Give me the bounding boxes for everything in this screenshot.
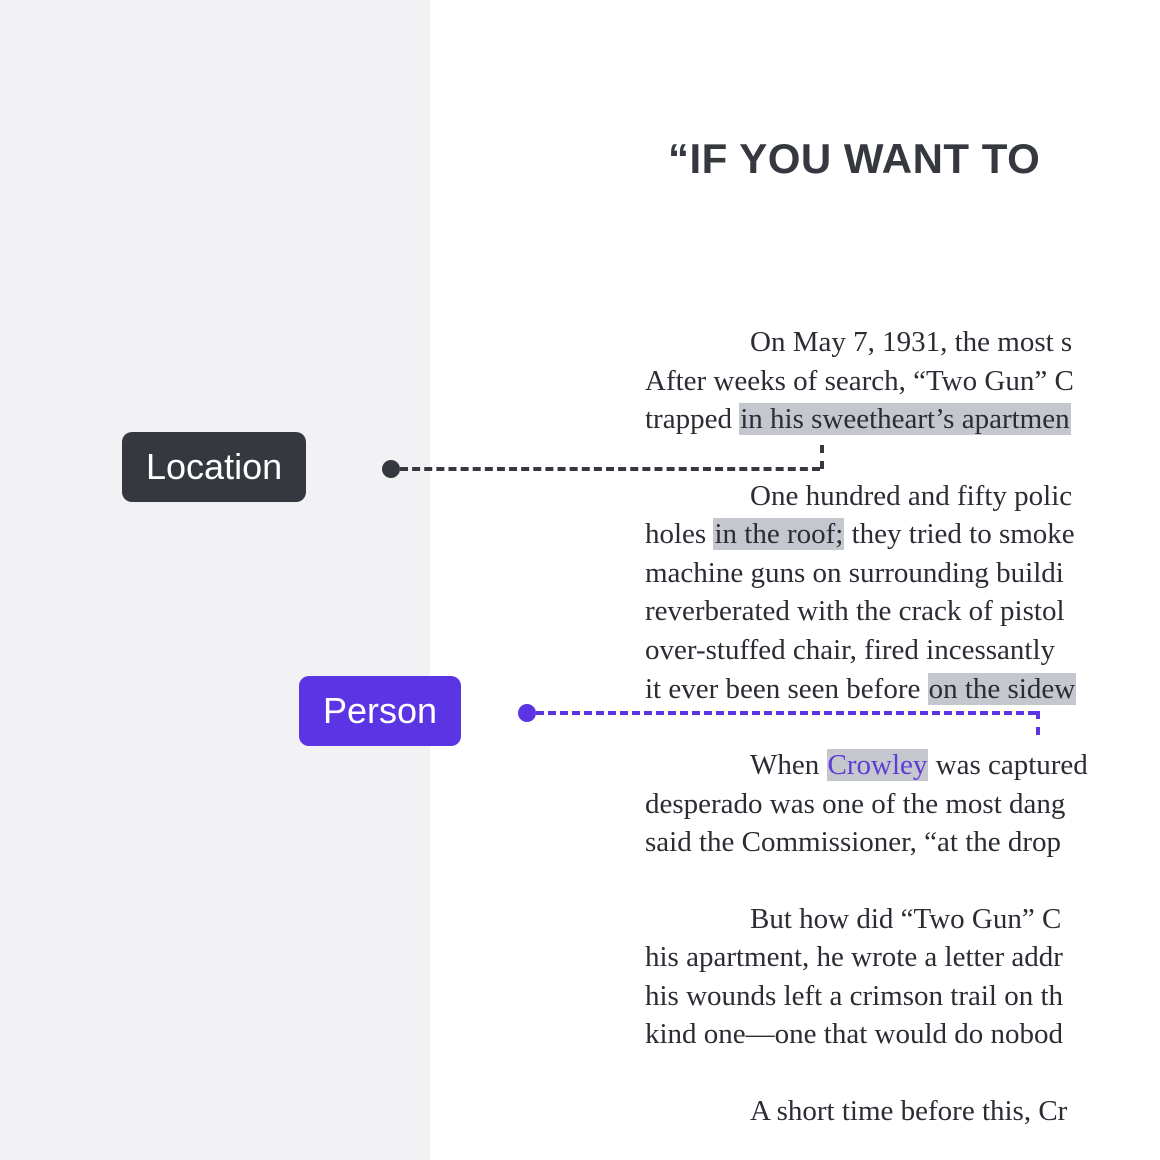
text-run: was captured xyxy=(928,749,1087,781)
paragraph-5: A short time before this, Cr xyxy=(430,1092,1160,1131)
text-run: holes xyxy=(645,518,713,550)
paragraph-4: But how did “Two Gun” C his apartment, h… xyxy=(430,900,1160,1054)
connector-line-location xyxy=(400,467,820,471)
connector-line-person xyxy=(536,711,1036,715)
text-run: desperado was one of the most dang xyxy=(645,785,1065,824)
highlight-location[interactable]: in the roof; xyxy=(713,518,844,550)
tag-person[interactable]: Person xyxy=(299,676,461,746)
text-run: One hundred and fifty polic xyxy=(750,480,1072,512)
connector-dot-location xyxy=(382,460,400,478)
highlight-location[interactable]: in his sweetheart’s apartmen xyxy=(739,403,1070,435)
document-body: On May 7, 1931, the most s After weeks o… xyxy=(430,323,1160,1131)
text-run: reverberated with the crack of pistol xyxy=(645,592,1065,631)
text-run: trapped xyxy=(645,403,739,435)
tag-location[interactable]: Location xyxy=(122,432,306,502)
text-run: kind one—one that would do nobod xyxy=(645,1015,1063,1054)
paragraph-3: When Crowley was captured desperado was … xyxy=(430,746,1160,862)
text-run: his apartment, he wrote a letter addr xyxy=(645,938,1063,977)
text-run: When xyxy=(750,749,827,781)
paragraph-1: On May 7, 1931, the most s After weeks o… xyxy=(430,323,1160,439)
page-title: “IF YOU WANT TO xyxy=(430,135,1160,183)
text-run: On May 7, 1931, the most s xyxy=(750,326,1072,358)
text-run: it ever been seen before xyxy=(645,673,928,705)
text-run: his wounds left a crimson trail on th xyxy=(645,977,1063,1016)
text-run: After weeks of search, “Two Gun” C xyxy=(645,362,1074,401)
text-run: A short time before this, Cr xyxy=(750,1095,1067,1127)
text-run: said the Commissioner, “at the drop xyxy=(645,823,1061,862)
highlight-location[interactable]: on the sidew xyxy=(928,673,1077,705)
text-run: machine guns on surrounding buildi xyxy=(645,554,1064,593)
text-run: they tried to smoke xyxy=(844,518,1074,550)
paragraph-2: One hundred and fifty polic holes in the… xyxy=(430,477,1160,708)
connector-dot-person xyxy=(518,704,536,722)
highlight-person[interactable]: Crowley xyxy=(827,749,929,781)
text-run: over-stuffed chair, fired incessantly xyxy=(645,631,1055,670)
document-panel: “IF YOU WANT TO On May 7, 1931, the most… xyxy=(430,0,1160,1160)
connector-line-location-vertical xyxy=(820,445,824,469)
text-run: But how did “Two Gun” C xyxy=(750,903,1061,935)
connector-line-person-vertical xyxy=(1036,711,1040,735)
